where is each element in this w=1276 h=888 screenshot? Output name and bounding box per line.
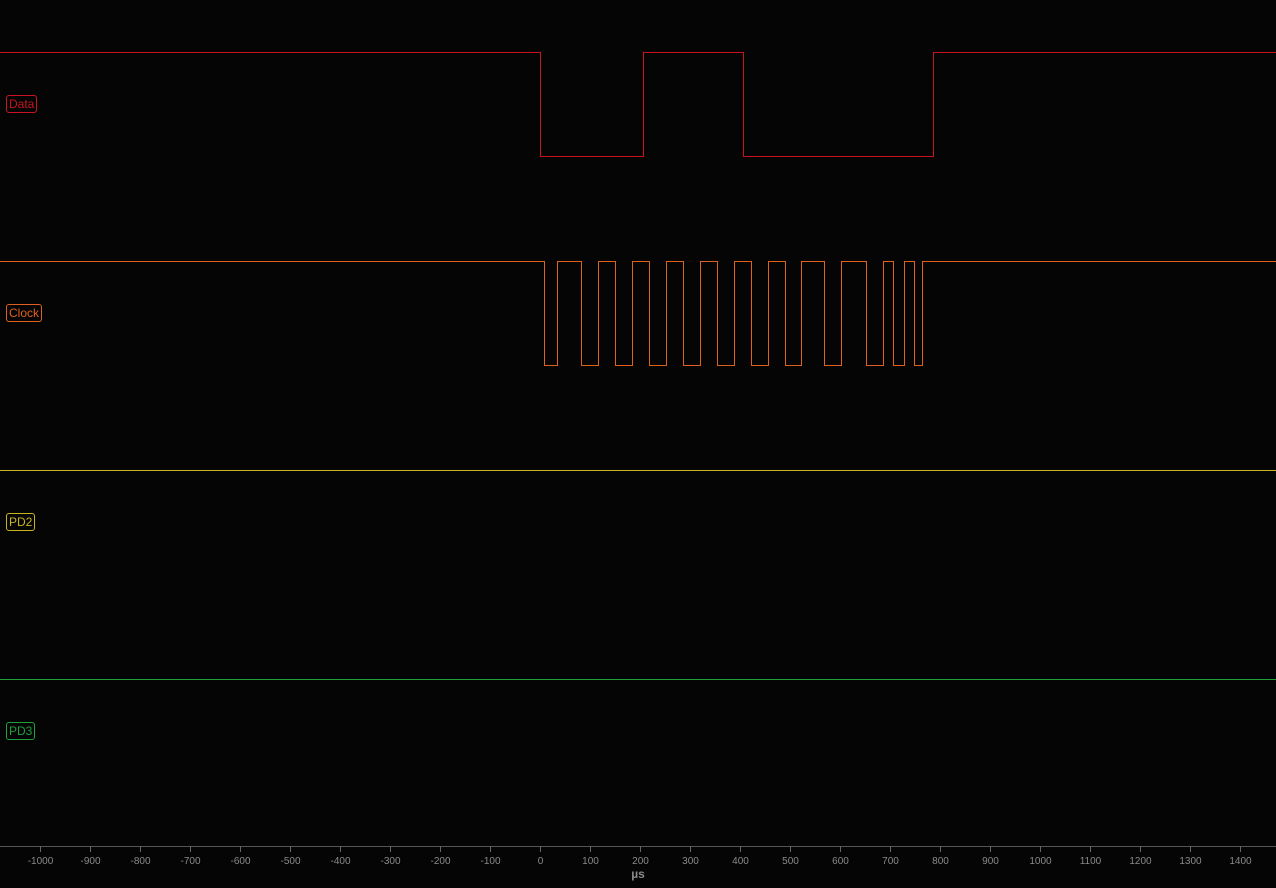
axis-tick-label: -900 [80,856,100,867]
channel-label-data[interactable]: Data [6,95,38,113]
waveform-data [0,52,1276,157]
axis-unit-label: µs [631,867,645,881]
axis-tick-label: 1300 [1179,856,1202,867]
axis-tick-label: 700 [882,856,899,867]
axis-tick-label: 1100 [1080,856,1102,867]
axis-tick-label: 1000 [1029,856,1052,867]
channel-label-pd3[interactable]: PD3 [6,722,36,740]
waveform-canvas[interactable]: -1000 -900 -800 -700 -600 -500 -400 -300 -200 -10… [0,0,1276,888]
axis-tick-label: -600 [230,856,250,867]
axis-tick-label: 1400 [1229,856,1252,867]
axis-tick-label: 600 [832,856,849,867]
axis-tick-label: 200 [632,856,649,867]
axis-tick-label: -200 [430,856,450,867]
waveform-clock [0,261,1276,366]
logic-analyzer-view[interactable]: -1000 -900 -800 -700 -600 -500 -400 -300 -200 -10… [0,0,1276,888]
axis-tick-label: -1000 [28,856,54,867]
channel-label-clock[interactable]: Clock [6,304,43,322]
axis-tick-label: 500 [782,856,799,867]
axis-tick-label: 0 [538,856,544,867]
time-axis: -1000 -900 -800 -700 -600 -500 -400 -300 -200 -10… [0,846,1276,867]
channel-label-pd2[interactable]: PD2 [6,513,36,531]
axis-tick-label: 400 [732,856,749,867]
axis-tick-label: -500 [280,856,300,867]
axis-tick-label: -100 [480,856,500,867]
axis-tick-label: 100 [582,856,599,867]
axis-tick-label: 300 [682,856,699,867]
axis-tick-label: 1200 [1129,856,1152,867]
axis-tick-label: -400 [330,856,350,867]
axis-tick-label: 800 [932,856,949,867]
axis-tick-label: -800 [130,856,150,867]
axis-tick-label: -300 [380,856,400,867]
axis-tick-label: 900 [982,856,999,867]
axis-tick-label: -700 [180,856,200,867]
